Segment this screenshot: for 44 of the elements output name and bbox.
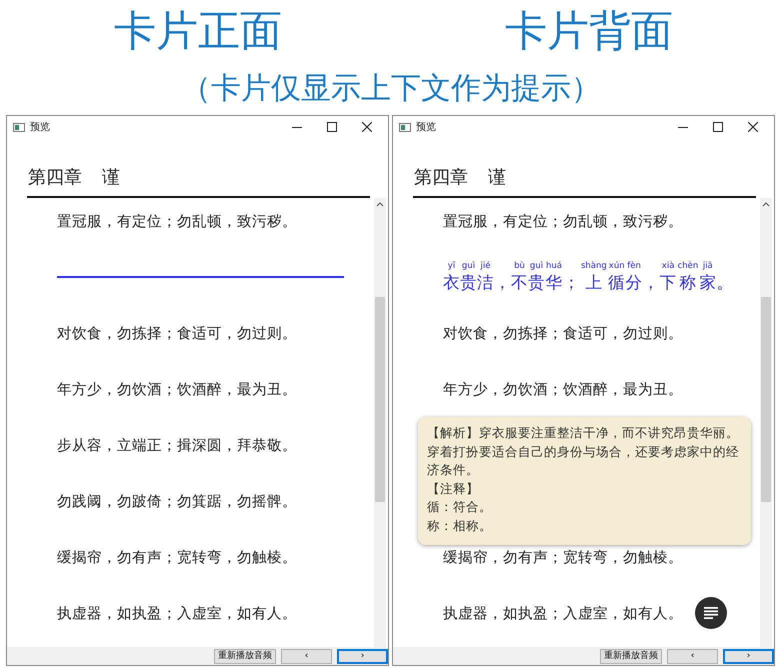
- verse-line: 年方少，勿饮酒；饮酒醉，最为丑。: [57, 380, 297, 398]
- card-side-heading: 卡片背面: [505, 5, 673, 57]
- window-title: 预览: [30, 121, 51, 134]
- window-title: 预览: [416, 121, 437, 134]
- verse-line: 执虚器，如执盈；入虚室，如有人。: [57, 604, 297, 622]
- app-icon: [13, 122, 25, 132]
- menu-icon: [704, 607, 718, 619]
- subtitle: （卡片仅显示上下文作为提示）: [181, 71, 601, 106]
- verse-line: 勿践阈，勿跛倚；勿箕踞，勿摇髀。: [57, 492, 297, 510]
- chapter-number: 第四章: [414, 166, 468, 189]
- pinyin-verse-line: yī 衣 guì 贵 jié 洁， bù 不 guì 贵 huá 华； shàng 上 xún 循 fèn 分， xià 下 chèn 称 jiā 家。: [443, 261, 734, 293]
- nav-button[interactable]: ‹: [667, 648, 718, 664]
- verse-line: 置冠服，有定位；勿乱顿，致污秽。: [443, 212, 683, 230]
- verse-line: 步从容，立端正；揖深圆，拜恭敬。: [57, 436, 297, 454]
- scrollbar[interactable]: [374, 198, 386, 647]
- menu-button[interactable]: [695, 597, 727, 629]
- maximize-icon[interactable]: [713, 122, 723, 132]
- verse-line: 对饮食，勿拣择；食适可，勿过则。: [443, 324, 683, 342]
- verse-line: 对饮食，勿拣择；食适可，勿过则。: [57, 324, 297, 342]
- nav-button[interactable]: ›: [337, 648, 388, 664]
- nav-button[interactable]: ‹: [281, 648, 332, 664]
- verse-line: 缓揭帘，勿有声；宽转弯，勿触棱。: [443, 548, 683, 566]
- explanation-text: 【解析】穿衣服要注重整洁干净，而不讲究昂贵华丽。穿着打扮要适合自己的身份与场合，还要考虑家中的经济条件。: [427, 425, 740, 480]
- verse-line: 年方少，勿饮酒；饮酒醉，最为丑。: [443, 380, 683, 398]
- verse-line: 缓揭帘，勿有声；宽转弯，勿触棱。: [57, 548, 297, 566]
- card-side-heading: 卡片正面: [114, 5, 282, 57]
- nav-button[interactable]: 重新播放音频: [214, 648, 276, 664]
- close-icon[interactable]: [362, 122, 372, 132]
- chapter-number: 第四章: [28, 166, 82, 189]
- verse-line: 置冠服，有定位；勿乱顿，致污秽。: [57, 212, 297, 230]
- chapter-title: 谨: [102, 166, 120, 189]
- app-icon: [399, 122, 411, 132]
- scroll-up-icon[interactable]: [376, 201, 384, 207]
- scroll-up-icon[interactable]: [762, 201, 770, 207]
- maximize-icon[interactable]: [327, 122, 337, 132]
- scrollbar[interactable]: [760, 198, 772, 647]
- explanation-text: 称：相称。: [427, 518, 493, 535]
- close-icon[interactable]: [748, 122, 758, 132]
- nav-button[interactable]: ›: [723, 648, 774, 664]
- explanation-text: 循：符合。: [427, 499, 493, 516]
- explanation-text: 【注释】: [427, 480, 480, 498]
- nav-button[interactable]: 重新播放音频: [600, 648, 662, 664]
- chapter-title: 谨: [488, 166, 506, 189]
- verse-line: 执虚器，如执盈；入虚室，如有人。: [443, 604, 683, 622]
